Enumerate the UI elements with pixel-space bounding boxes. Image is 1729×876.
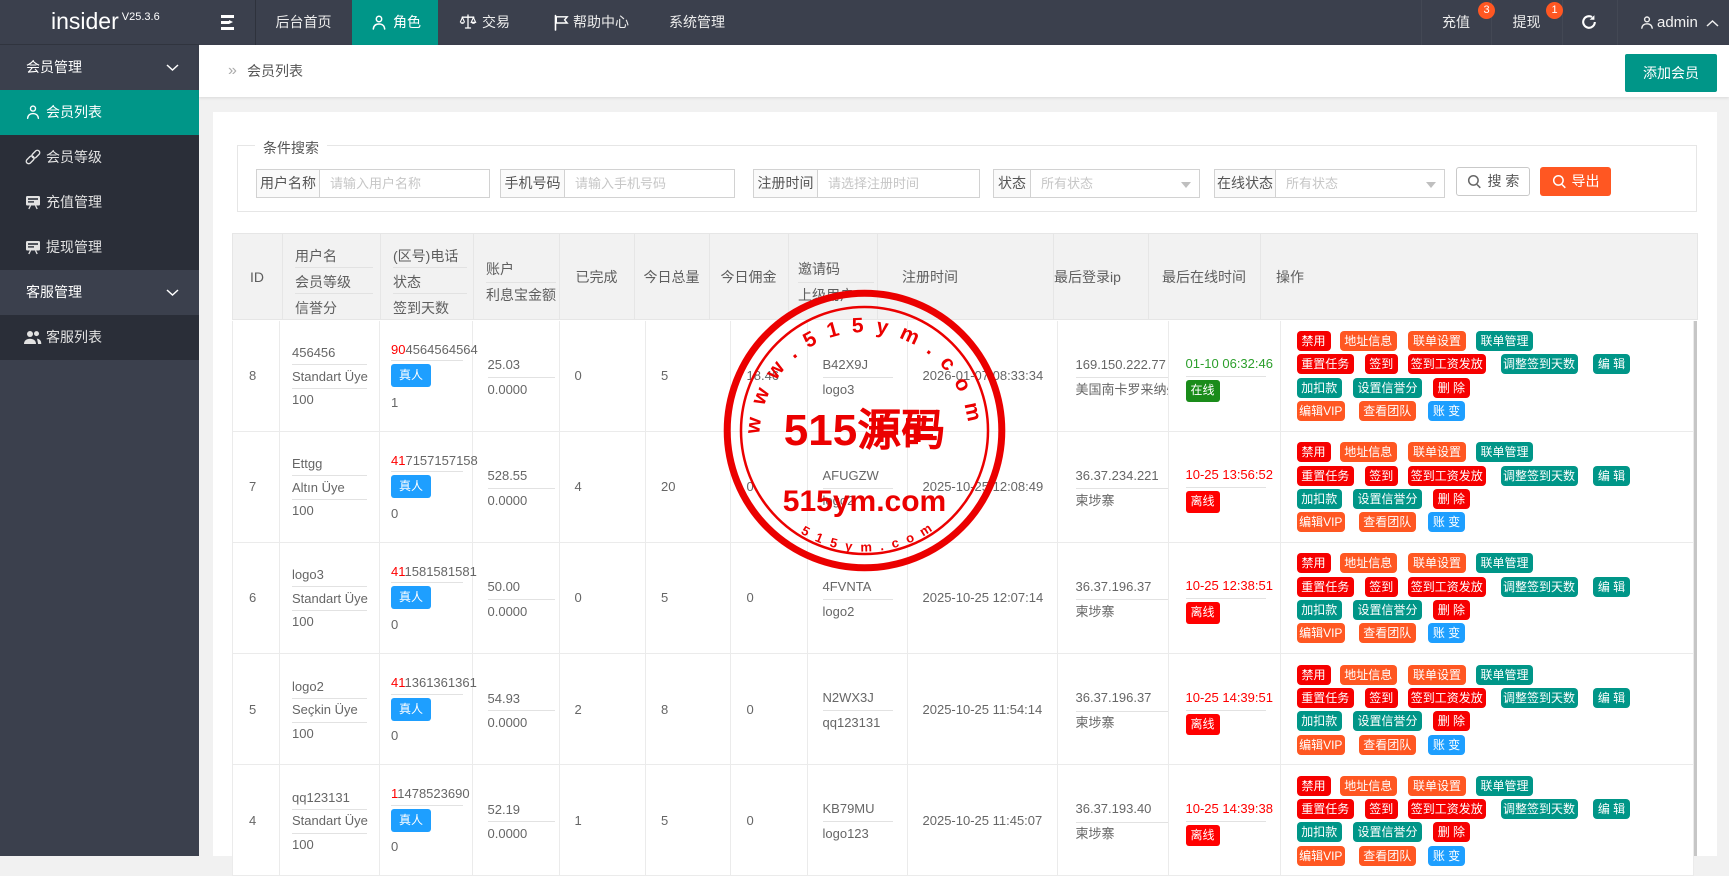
svg-text:515源码: 515源码 bbox=[784, 406, 945, 455]
svg-text:5 1 5 y m . c o m: 5 1 5 y m . c o m bbox=[799, 519, 937, 555]
svg-text:515ym.com: 515ym.com bbox=[783, 485, 946, 518]
